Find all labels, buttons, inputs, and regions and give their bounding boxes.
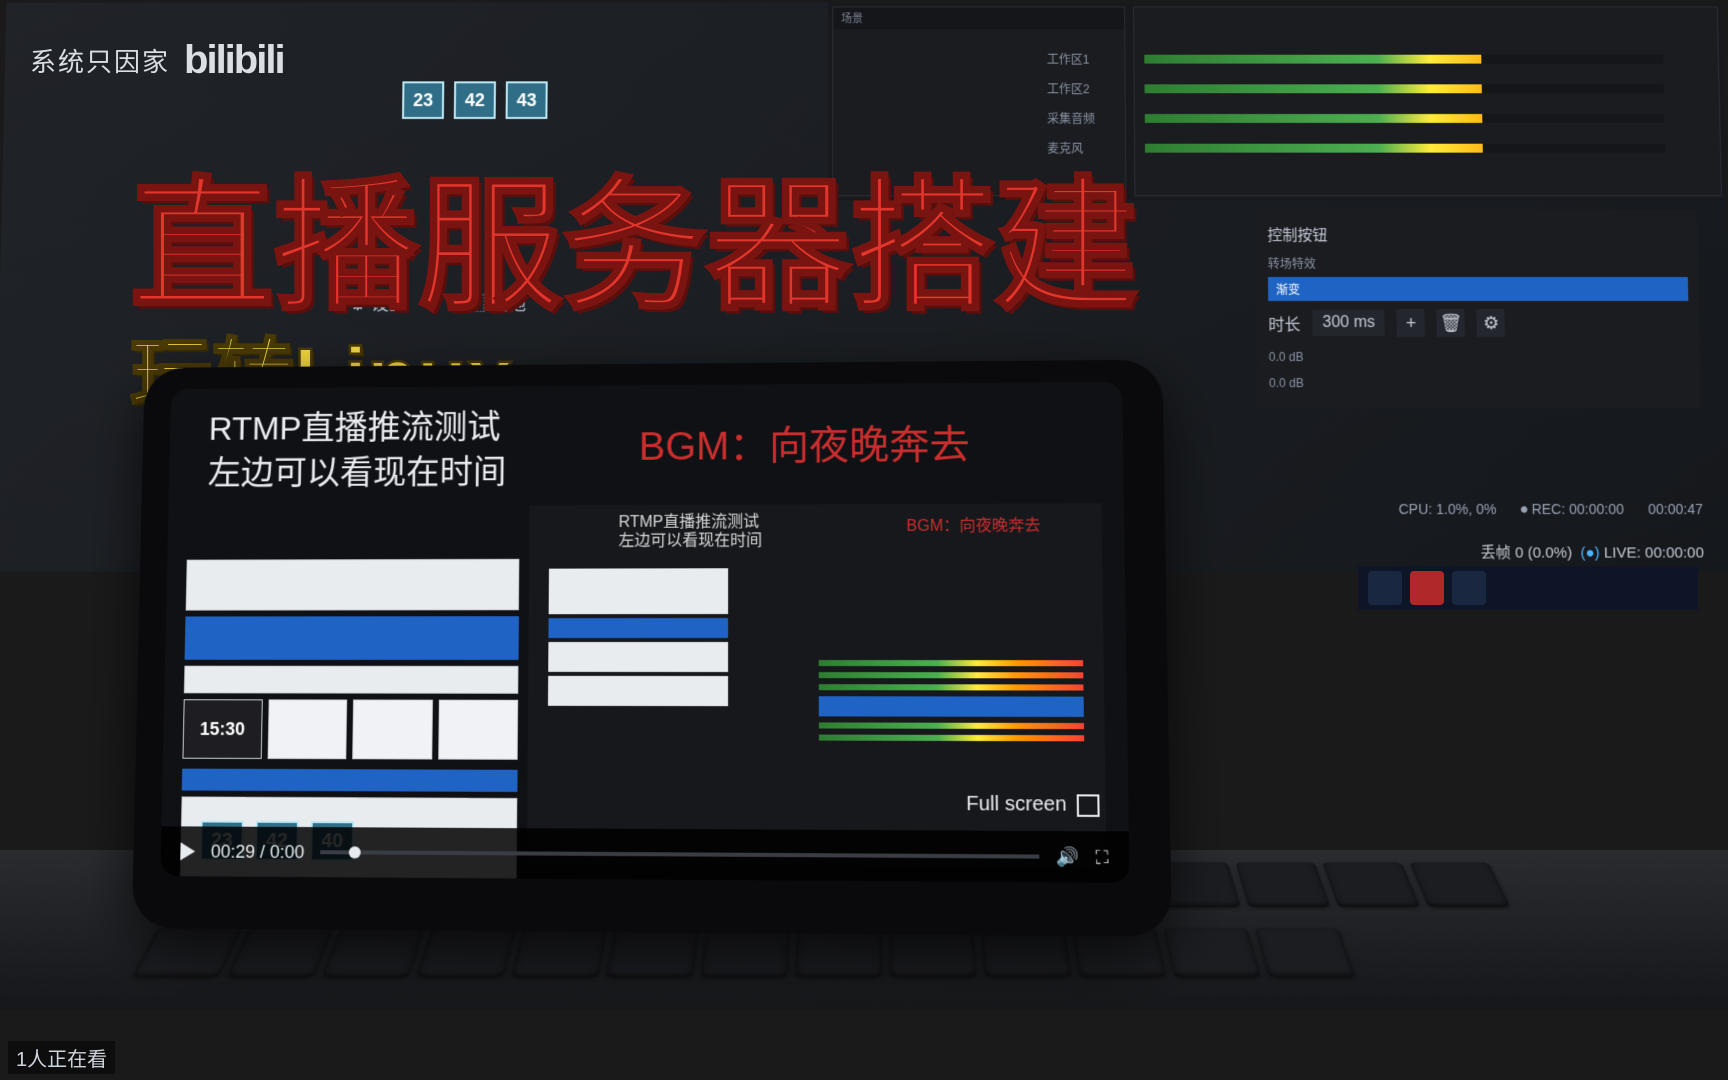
taskbar-icon[interactable] (1368, 571, 1402, 605)
preview-number-tiles: 23 42 43 (402, 81, 548, 119)
obs-status-bar: CPU: 1.0%, 0% ⏺ REC: 00:00:00 00:00:47 (1399, 501, 1704, 518)
phone-screen: RTMP直播推流测试左边可以看现在时间 BGM：向夜晚奔去 15:30 RTMP… (160, 382, 1129, 883)
windows-taskbar[interactable] (1358, 566, 1698, 610)
trash-icon[interactable]: 🗑 (1437, 309, 1465, 337)
obs-bottom-status: 丢帧 0 (0.0%) (●) LIVE: 00:00:00 (1480, 541, 1704, 562)
gear-icon[interactable]: ⚙ (1477, 309, 1505, 337)
seek-thumb[interactable] (348, 846, 360, 858)
duration-value[interactable]: 300 ms (1312, 310, 1385, 336)
channel-watermark: 系统只因家 bilibili (30, 38, 284, 83)
fullscreen-icon (1077, 794, 1100, 817)
phone-video-playbar[interactable]: 00:29 / 0:00 🔊 ⛶ (160, 826, 1129, 883)
duration-label: 时长 (1268, 311, 1300, 335)
tile: 43 (506, 81, 548, 119)
thumbnail-title-main: 直播服务器搭建 (130, 130, 1138, 338)
controls-header: 控制按钮 (1267, 220, 1687, 249)
obs-controls-panel: 控制按钮 转场特效 渐变 时长 300 ms + 🗑 ⚙ 0.0 dB 0.0 … (1257, 210, 1700, 407)
tile: 42 (454, 81, 496, 119)
seek-track[interactable] (320, 850, 1039, 858)
phone-device: RTMP直播推流测试左边可以看现在时间 BGM：向夜晚奔去 15:30 RTMP… (132, 360, 1172, 937)
viewer-count: 1人正在看 (8, 1041, 115, 1074)
channel-name: 系统只因家 (30, 42, 170, 79)
play-icon[interactable] (180, 842, 195, 860)
bilibili-logo: bilibili (184, 38, 284, 83)
audio-mixer: 工作区1 工作区2 采集音频 麦克风 (1047, 42, 1666, 165)
taskbar-icon[interactable] (1452, 571, 1486, 605)
add-icon[interactable]: + (1397, 309, 1425, 337)
expand-icon[interactable]: ⛶ (1095, 846, 1108, 868)
playbar-time: 00:29 / 0:00 (211, 841, 305, 863)
volume-icon[interactable]: 🔊 (1056, 846, 1079, 868)
fullscreen-button[interactable]: Full screen (966, 793, 1100, 817)
phone-clock: 15:30 (182, 699, 262, 759)
phone-overlay-text: RTMP直播推流测试左边可以看现在时间 (207, 406, 507, 497)
tile: 23 (402, 81, 444, 119)
phone-bgm-text: BGM：向夜晚奔去 (639, 412, 970, 471)
taskbar-icon[interactable] (1410, 571, 1444, 605)
